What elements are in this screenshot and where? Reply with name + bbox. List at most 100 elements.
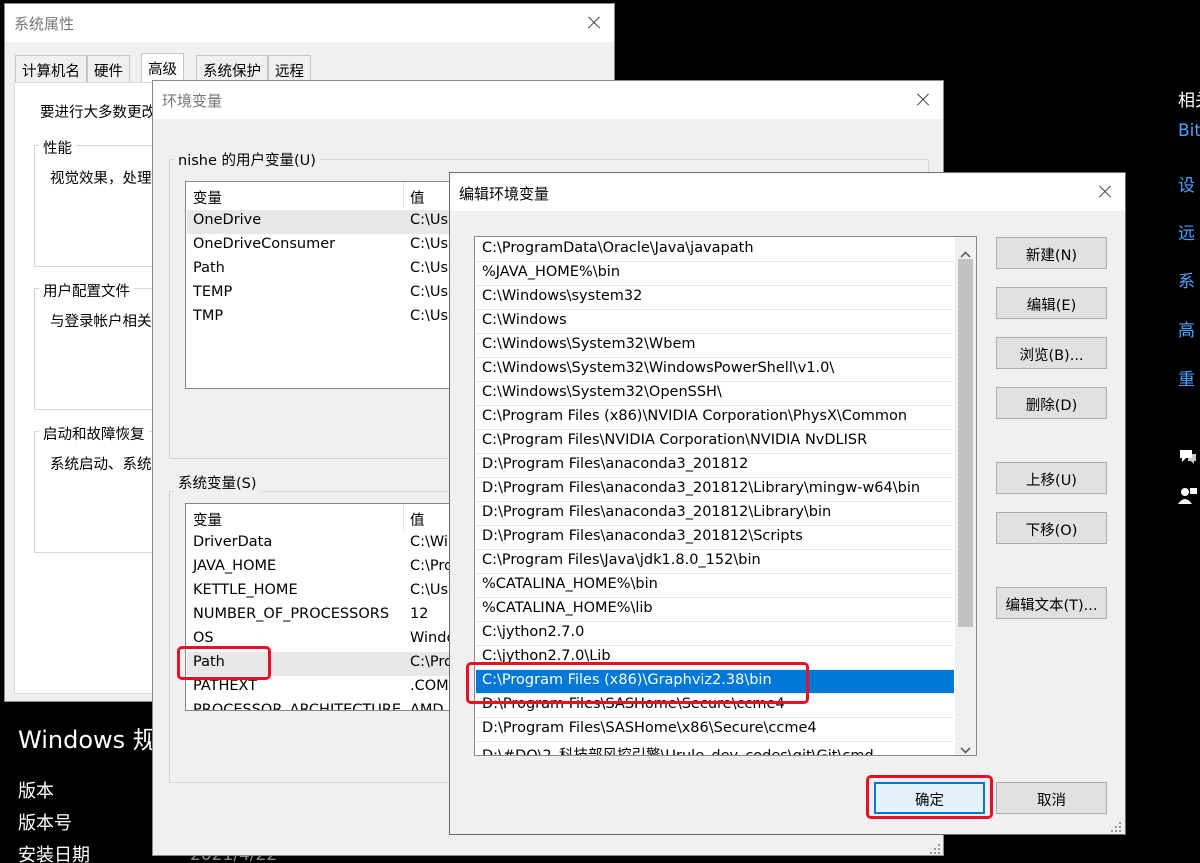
path-entry[interactable]: C:\Windows\System32\Wbem: [476, 334, 954, 358]
variable-name: TMP: [193, 308, 224, 324]
variable-name: PROCESSOR_ARCHITECTURE: [193, 702, 402, 711]
path-entry[interactable]: D:\Program Files\anaconda3_201812: [476, 454, 954, 478]
env-vars-title: 环境变量: [162, 92, 223, 110]
user-profiles-label: 用户配置文件: [39, 280, 134, 301]
variable-name: PATHEXT: [193, 678, 258, 694]
path-entry[interactable]: C:\Windows: [476, 310, 954, 334]
variable-name: JAVA_HOME: [193, 558, 277, 574]
browse-button[interactable]: 浏览(B)...: [996, 337, 1107, 369]
delete-button[interactable]: 删除(D): [996, 387, 1107, 419]
user-variable-row[interactable]: TMP C:\Use: [187, 306, 483, 330]
user-variable-row[interactable]: OneDrive C:\Use: [187, 210, 483, 234]
close-icon[interactable]: [1091, 178, 1119, 206]
system-variable-row[interactable]: JAVA_HOME C:\Pro: [187, 556, 483, 580]
scroll-down-arrow-icon[interactable]: [960, 740, 971, 755]
related-settings-heading: 相关: [1178, 91, 1200, 111]
new-button[interactable]: 新建(N): [996, 237, 1107, 269]
performance-text: 视觉效果，处理: [50, 171, 152, 187]
system-variable-row[interactable]: NUMBER_OF_PROCESSORS 12: [187, 604, 483, 628]
variable-value: C:\Pro: [410, 558, 453, 574]
related-link-bitlocker[interactable]: Bit: [1178, 121, 1200, 141]
windows-spec-heading: Windows 规: [18, 726, 157, 754]
path-entry[interactable]: D:\Program Files\anaconda3_201812\Librar…: [476, 502, 954, 526]
related-link-advanced-settings[interactable]: 高: [1178, 316, 1195, 341]
related-link-system-protection[interactable]: 系: [1178, 267, 1195, 292]
path-entry[interactable]: C:\Windows\System32\OpenSSH\: [476, 382, 954, 406]
path-entry[interactable]: C:\Windows\System32\WindowsPowerShell\v1…: [476, 358, 954, 382]
path-entry[interactable]: C:\Program Files\Java\jdk1.8.0_152\bin: [476, 550, 954, 574]
system-variable-row[interactable]: KETTLE_HOME C:\Use: [187, 580, 483, 604]
startup-recovery-label: 启动和故障恢复: [39, 423, 149, 444]
user-profiles-text: 与登录帐户相关: [50, 314, 152, 330]
variable-name: TEMP: [193, 284, 233, 300]
user-variables-header: 变量 值: [186, 182, 484, 208]
user-variable-row[interactable]: Path C:\Use: [187, 258, 483, 282]
path-entry[interactable]: D:\#DO\2_科技部风控引擎\Urule_dev_codes\git\Git…: [476, 742, 954, 755]
version-label: 版本号: [18, 813, 72, 834]
edit-env-title: 编辑环境变量: [459, 185, 550, 203]
user-variable-row[interactable]: TEMP C:\Use: [187, 282, 483, 306]
system-variable-row[interactable]: DriverData C:\Wi: [187, 532, 483, 556]
variable-name: DriverData: [193, 534, 273, 550]
close-icon[interactable]: [580, 9, 608, 37]
related-link-device-manager[interactable]: 设: [1178, 171, 1195, 196]
move-down-button[interactable]: 下移(O): [996, 512, 1107, 544]
edit-text-button[interactable]: 编辑文本(T)...: [996, 587, 1107, 619]
path-entry[interactable]: %JAVA_HOME%\bin: [476, 262, 954, 286]
tab-remote[interactable]: 远程: [268, 55, 311, 82]
path-entry[interactable]: C:\Windows\system32: [476, 286, 954, 310]
edit-env-titlebar: 编辑环境变量: [450, 173, 1125, 211]
cancel-button[interactable]: 取消: [996, 782, 1107, 814]
column-header-variable[interactable]: 变量: [193, 509, 222, 530]
path-highlight-box: [177, 646, 271, 680]
close-icon[interactable]: [909, 86, 937, 114]
move-up-button[interactable]: 上移(U): [996, 462, 1107, 494]
tab-system-protection[interactable]: 系统保护: [196, 55, 268, 82]
column-header-value[interactable]: 值: [410, 509, 425, 530]
variable-value: C:\Wi: [410, 534, 448, 550]
vertical-scrollbar[interactable]: [955, 237, 976, 755]
column-header-variable[interactable]: 变量: [193, 187, 222, 208]
column-header-value[interactable]: 值: [410, 187, 425, 208]
performance-label: 性能: [39, 137, 76, 158]
user-variable-row[interactable]: OneDriveConsumer C:\Use: [187, 234, 483, 258]
path-entry[interactable]: %CATALINA_HOME%\lib: [476, 598, 954, 622]
resize-grip-icon[interactable]: [929, 841, 941, 854]
path-entry[interactable]: D:\Program Files\anaconda3_201812\Librar…: [476, 478, 954, 502]
related-link-remote-desktop[interactable]: 远: [1178, 219, 1195, 244]
admin-note-text: 要进行大多数更改: [40, 105, 156, 121]
system-variables-header: 变量 值: [186, 504, 484, 530]
ok-highlight-box: [866, 775, 993, 819]
edit-button[interactable]: 编辑(E): [996, 287, 1107, 319]
path-entry[interactable]: C:\jython2.7.0: [476, 622, 954, 646]
variable-name: NUMBER_OF_PROCESSORS: [193, 606, 390, 622]
scrollbar-thumb[interactable]: [958, 259, 973, 627]
user-variables-list[interactable]: 变量 值 OneDrive C:\Use OneDriveConsumer C:\U…: [185, 181, 485, 389]
startup-recovery-text: 系统启动、系统: [50, 457, 152, 473]
variable-name: OS: [193, 630, 214, 646]
tab-hardware[interactable]: 硬件: [87, 55, 130, 82]
path-entry[interactable]: C:\Program Files (x86)\NVIDIA Corporatio…: [476, 406, 954, 430]
env-vars-titlebar: 环境变量: [153, 81, 943, 119]
user-variables-label: nishe 的用户变量(U): [174, 149, 320, 170]
variable-name: OneDriveConsumer: [193, 236, 336, 252]
related-link-rename-pc[interactable]: 重: [1178, 365, 1195, 390]
path-entry[interactable]: D:\Program Files\anaconda3_201812\Script…: [476, 526, 954, 550]
variable-value: AMD: [410, 702, 444, 711]
feedback-icon[interactable]: [1178, 486, 1198, 506]
variable-value: C:\Pro: [410, 654, 453, 670]
get-help-icon[interactable]: [1178, 446, 1198, 466]
path-entry[interactable]: C:\Program Files\NVIDIA Corporation\NVID…: [476, 430, 954, 454]
variable-value: .COM: [410, 678, 449, 694]
path-entry[interactable]: C:\ProgramData\Oracle\Java\javapath: [476, 238, 954, 262]
startup-recovery-group: [34, 431, 164, 553]
path-entry[interactable]: D:\Program Files\SASHome\x86\Secure\ccme…: [476, 718, 954, 742]
edition-label: 版本: [18, 781, 54, 802]
tab-advanced[interactable]: 高级: [141, 53, 184, 83]
system-variable-row[interactable]: PROCESSOR_ARCHITECTURE AMD: [187, 700, 483, 711]
tab-computer-name[interactable]: 计算机名: [15, 55, 87, 82]
resize-grip-icon[interactable]: [1110, 819, 1122, 832]
variable-value: 12: [410, 606, 429, 622]
user-profiles-group: [34, 288, 164, 410]
path-entry[interactable]: %CATALINA_HOME%\bin: [476, 574, 954, 598]
